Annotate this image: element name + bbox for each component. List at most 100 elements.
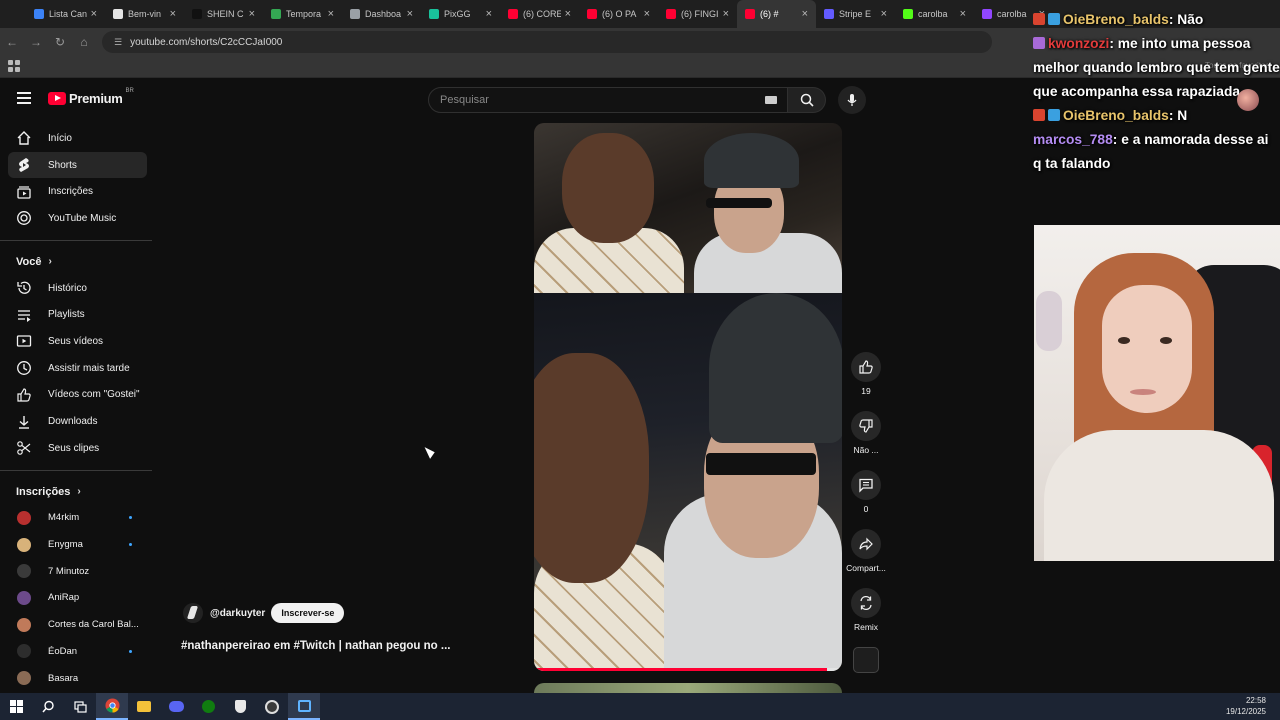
subscription-item[interactable]: Basara	[0, 665, 155, 692]
chat-badge-icon	[1033, 13, 1045, 25]
browser-tab[interactable]: SHEIN C ×	[184, 0, 263, 28]
sidebar-item-watch-later[interactable]: Assistir mais tarde	[8, 355, 147, 382]
subscription-item[interactable]: 7 Minutoz	[0, 558, 155, 585]
tab-title: PixGG	[444, 9, 471, 19]
home-icon[interactable]: ⌂	[72, 35, 96, 49]
home-icon	[16, 130, 32, 146]
task-view-icon[interactable]	[64, 693, 96, 720]
browser-tab[interactable]: (6) CORE ×	[500, 0, 579, 28]
browser-tab[interactable]: Stripe E ×	[816, 0, 895, 28]
sidebar-item-liked[interactable]: Vídeos com "Gostei"	[8, 382, 147, 409]
share-button[interactable]: Compart...	[844, 529, 888, 588]
sidebar-item-home[interactable]: Início	[8, 125, 147, 152]
tab-close-icon[interactable]: ×	[881, 8, 887, 20]
browser-tab[interactable]: Dashboa ×	[342, 0, 421, 28]
browser-tab[interactable]: PixGG ×	[421, 0, 500, 28]
search-input[interactable]: Pesquisar	[428, 87, 788, 113]
site-info-icon[interactable]: ☰	[114, 37, 122, 48]
browser-tab[interactable]: Tempora ×	[263, 0, 342, 28]
sidebar-divider	[0, 239, 152, 241]
sidebar-item-label: Seus clipes	[48, 442, 100, 454]
sidebar-item-download[interactable]: Downloads	[8, 408, 147, 435]
tab-close-icon[interactable]: ×	[407, 8, 413, 20]
xbox-taskbar-icon[interactable]	[192, 693, 224, 720]
youtube-premium-logo[interactable]: Premium BR	[48, 88, 134, 106]
tab-close-icon[interactable]: ×	[960, 8, 966, 20]
subscription-label: Enygma	[48, 539, 83, 551]
shorts-video-player[interactable]	[534, 123, 842, 671]
tab-close-icon[interactable]: ×	[328, 8, 334, 20]
like-button[interactable]: 19	[844, 352, 888, 411]
subscriptions-section-title[interactable]: Inscrições ›	[0, 479, 155, 505]
discord-taskbar-icon[interactable]	[160, 693, 192, 720]
apps-grid-icon[interactable]	[8, 60, 20, 72]
chat-badge-icon	[1033, 37, 1045, 49]
like-icon	[851, 352, 881, 382]
action-label: 19	[861, 386, 871, 396]
chat-badge-icon	[1048, 109, 1060, 121]
browser-tab[interactable]: Bem-vin ×	[105, 0, 184, 28]
subscription-item[interactable]: ÉoDan	[0, 638, 155, 665]
subscribe-button[interactable]: Inscrever-se	[271, 603, 345, 623]
comment-button[interactable]: 0	[844, 470, 888, 529]
tab-close-icon[interactable]: ×	[249, 8, 255, 20]
tab-close-icon[interactable]: ×	[170, 8, 176, 20]
tab-close-icon[interactable]: ×	[802, 8, 808, 20]
video-figure	[704, 133, 799, 188]
subscription-item[interactable]: Cortes da Carol Bal...	[0, 611, 155, 638]
sidebar-item-history[interactable]: Histórico	[8, 275, 147, 302]
sidebar-item-your-videos[interactable]: Seus vídeos	[8, 328, 147, 355]
tab-close-icon[interactable]: ×	[91, 8, 97, 20]
menu-icon[interactable]	[17, 92, 31, 104]
video-progress-bar[interactable]	[534, 668, 842, 671]
system-clock[interactable]: 22:58 19/12/2025	[1226, 695, 1266, 717]
start-button[interactable]	[0, 693, 32, 720]
sidebar-item-clips[interactable]: Seus clipes	[8, 435, 147, 462]
next-short-preview[interactable]	[534, 683, 842, 693]
remix-button[interactable]: Remix	[844, 588, 888, 647]
you-section-title[interactable]: Você ›	[0, 249, 155, 275]
back-icon[interactable]: ←	[0, 35, 24, 49]
search-taskbar-icon[interactable]	[32, 693, 64, 720]
tab-favicon-icon	[982, 9, 992, 19]
browser-tab[interactable]: (6) FINGI ×	[658, 0, 737, 28]
tab-close-icon[interactable]: ×	[723, 8, 729, 20]
tab-favicon-icon	[587, 9, 597, 19]
browser-tab[interactable]: (6) # ×	[737, 0, 816, 28]
sidebar-item-playlists[interactable]: Playlists	[8, 301, 147, 328]
file-explorer-icon[interactable]	[128, 693, 160, 720]
task-view-glyph	[73, 700, 87, 713]
subscription-item[interactable]: Enygma	[0, 531, 155, 558]
reload-icon[interactable]: ↻	[48, 35, 72, 49]
windows-taskbar: 22:58 19/12/2025	[0, 693, 1280, 720]
channel-name[interactable]: @darkuyter	[210, 608, 265, 619]
browser-tab[interactable]: (6) O PA ×	[579, 0, 658, 28]
keyboard-icon[interactable]	[765, 96, 777, 104]
tab-title: (6) FINGI	[681, 9, 719, 19]
chat-username: marcos_788	[1033, 132, 1113, 147]
dislike-button[interactable]: Não ...	[844, 411, 888, 470]
voice-search-button[interactable]	[838, 86, 866, 114]
audio-source-thumbnail[interactable]	[853, 647, 879, 673]
chrome-taskbar-icon[interactable]	[96, 693, 128, 720]
channel-avatar[interactable]	[183, 603, 203, 623]
tab-close-icon[interactable]: ×	[486, 8, 492, 20]
forward-icon[interactable]: →	[24, 35, 48, 49]
tab-favicon-icon	[271, 9, 281, 19]
tab-close-icon[interactable]: ×	[565, 8, 571, 20]
search-button[interactable]	[788, 87, 826, 113]
subscription-item[interactable]: M4rkim	[0, 505, 155, 532]
sidebar-item-label: Assistir mais tarde	[48, 362, 130, 374]
sidebar-item-music[interactable]: YouTube Music	[8, 205, 147, 232]
sidebar-item-subscriptions[interactable]: Inscrições	[8, 178, 147, 205]
tab-close-icon[interactable]: ×	[644, 8, 650, 20]
security-taskbar-icon[interactable]	[224, 693, 256, 720]
short-title[interactable]: #nathanpereirao em #Twitch | nathan pego…	[181, 640, 450, 652]
sidebar-item-shorts[interactable]: Shorts	[8, 151, 147, 179]
subscription-item[interactable]: AniRap	[0, 585, 155, 612]
app-taskbar-icon[interactable]	[288, 693, 320, 720]
obs-taskbar-icon[interactable]	[256, 693, 288, 720]
url-field[interactable]: ☰ youtube.com/shorts/C2cCCJaI000	[102, 31, 992, 53]
browser-tab[interactable]: carolba ×	[895, 0, 974, 28]
browser-tab[interactable]: Lista Can ×	[26, 0, 105, 28]
